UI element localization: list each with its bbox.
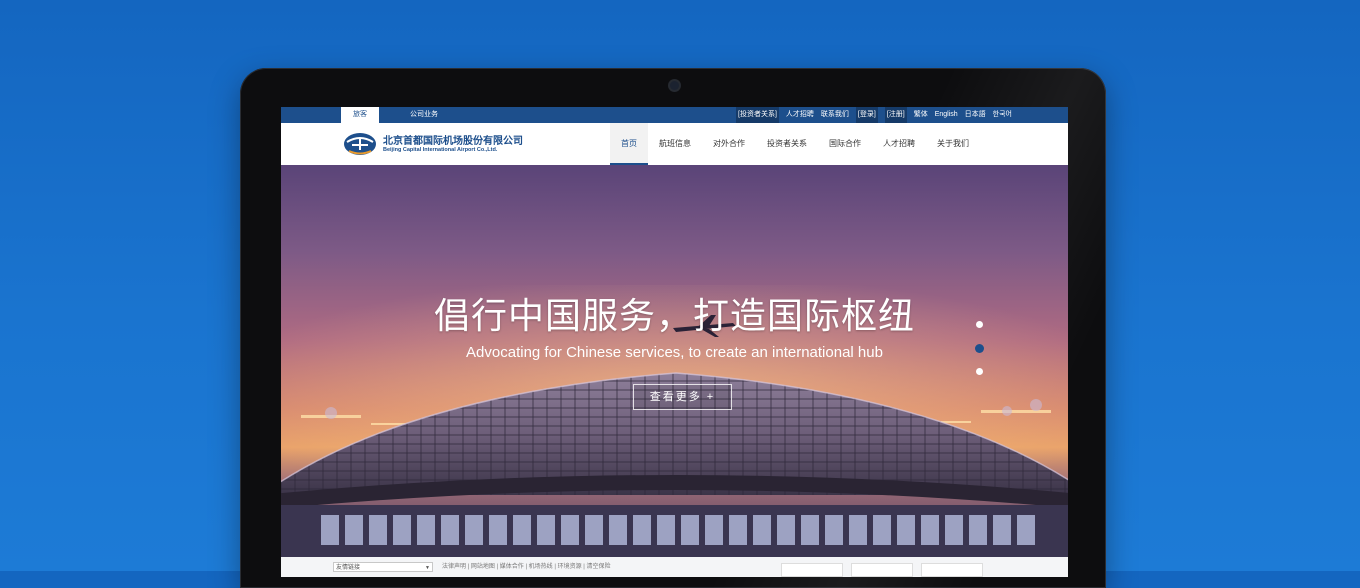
footer-widget[interactable] xyxy=(921,563,983,577)
site-header: 北京首都国际机场股份有限公司 Beijing Capital Internati… xyxy=(281,123,1068,166)
nav-cooperation[interactable]: 对外合作 xyxy=(702,123,756,165)
nav-home[interactable]: 首页 xyxy=(610,123,648,166)
lang-english[interactable]: English xyxy=(935,107,958,123)
nav-flight-info[interactable]: 航班信息 xyxy=(648,123,702,165)
webcam-icon xyxy=(670,81,679,90)
slide-dot-2[interactable] xyxy=(975,344,984,353)
friend-links-value: 友情链接 xyxy=(336,565,361,571)
link-contact[interactable]: 联系我们 xyxy=(821,107,849,123)
lang-korean[interactable]: 한국어 xyxy=(993,107,1012,123)
browser-screen: 旅客 公司业务 [投资者关系] 人才招聘 联系我们 [登录] [注册] 繁体 E… xyxy=(281,107,1068,577)
company-logo-icon[interactable] xyxy=(343,132,377,156)
slide-dot-1[interactable] xyxy=(976,321,983,328)
register-link[interactable]: [注册] xyxy=(884,107,907,123)
chevron-down-icon: ▼ xyxy=(425,565,430,571)
company-name-en: Beijing Capital International Airport Co… xyxy=(383,147,498,153)
utility-bar: 旅客 公司业务 [投资者关系] 人才招聘 联系我们 [登录] [注册] 繁体 E… xyxy=(281,107,1068,123)
slide-dot-3[interactable] xyxy=(976,368,983,375)
footer-bar: 友情链接 ▼ 法律声明 | 网站地图 | 媒体合作 | 机场热线 | 环境资源 … xyxy=(281,557,1068,577)
view-more-button[interactable]: 查看更多 + xyxy=(633,384,732,410)
hero-title: 倡行中国服务，打造国际枢纽 xyxy=(433,296,915,337)
link-investor-relations[interactable]: [投资者关系] xyxy=(736,107,779,123)
utility-links: [投资者关系] 人才招聘 联系我们 [登录] [注册] 繁体 English 日… xyxy=(736,107,1012,123)
airport-terminal-illustration xyxy=(281,285,1068,557)
company-name-cn[interactable]: 北京首都国际机场股份有限公司 xyxy=(383,132,523,147)
nav-investor-relations[interactable]: 投资者关系 xyxy=(756,123,818,165)
link-careers[interactable]: 人才招聘 xyxy=(786,107,814,123)
hero-banner: 倡行中国服务，打造国际枢纽 Advocating for Chinese ser… xyxy=(281,165,1068,557)
lang-traditional[interactable]: 繁体 xyxy=(914,107,928,123)
nav-careers[interactable]: 人才招聘 xyxy=(872,123,926,165)
tab-corporate[interactable]: 公司业务 xyxy=(405,107,443,123)
nav-about[interactable]: 关于我们 xyxy=(926,123,980,165)
footer-widget[interactable] xyxy=(851,563,913,577)
lang-japanese[interactable]: 日本語 xyxy=(965,107,986,123)
monitor-frame: 旅客 公司业务 [投资者关系] 人才招聘 联系我们 [登录] [注册] 繁体 E… xyxy=(240,68,1106,588)
tab-passenger[interactable]: 旅客 xyxy=(341,107,379,123)
nav-international[interactable]: 国际合作 xyxy=(818,123,872,165)
footer-widget[interactable] xyxy=(781,563,843,577)
hero-subtitle: Advocating for Chinese services, to crea… xyxy=(466,344,883,361)
main-nav: 首页 航班信息 对外合作 投资者关系 国际合作 人才招聘 关于我们 xyxy=(610,123,980,166)
login-link[interactable]: [登录] xyxy=(855,107,878,123)
